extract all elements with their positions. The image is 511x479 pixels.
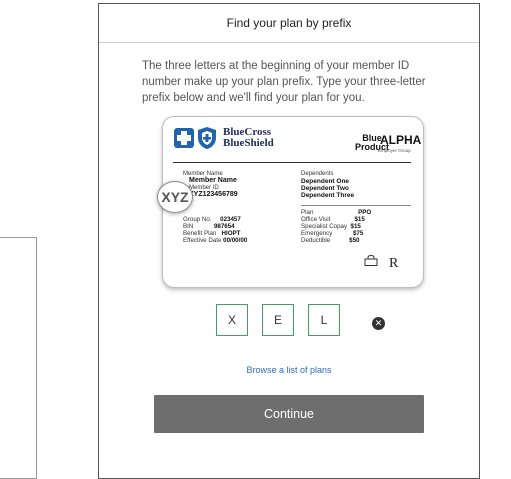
- lock-icon: [364, 255, 378, 266]
- prefix-highlight-badge: XYZ: [157, 181, 193, 213]
- prefix-letter-3-input[interactable]: L: [308, 304, 340, 336]
- blue-shield-logo-icon: [198, 127, 216, 149]
- blue-cross-logo-icon: [174, 128, 194, 148]
- modal-title: Find your plan by prefix: [226, 16, 352, 30]
- prefix-modal: Find your plan by prefix The three lette…: [98, 3, 480, 479]
- card-divider: [173, 162, 411, 163]
- member-id: XYZ123456789: [189, 191, 238, 198]
- prefix-letter-2-input[interactable]: E: [262, 304, 294, 336]
- continue-button[interactable]: Continue: [154, 395, 424, 433]
- alpha-plan-name: ALPHA: [380, 133, 422, 147]
- browse-plans-link[interactable]: Browse a list of plans: [99, 365, 479, 375]
- intro-text: The three letters at the beginning of yo…: [142, 60, 426, 104]
- member-id-card: BlueCross BlueShield Blue Product ALPHA …: [157, 116, 424, 288]
- modal-header: Find your plan by prefix: [99, 4, 479, 43]
- member-name: Member Name: [189, 177, 237, 184]
- rx-mark: R: [389, 256, 399, 271]
- dependents-label: Dependents: [301, 171, 334, 177]
- background-panel: [0, 237, 37, 479]
- card-right-fields: Plan PPO Office Visit $15 Specialist Cop…: [301, 209, 372, 244]
- card-separator: [301, 205, 411, 206]
- clear-circle-x-icon[interactable]: ✕: [372, 317, 385, 330]
- prefix-input-group: X E L: [216, 304, 340, 336]
- brand-name: BlueCross BlueShield: [223, 126, 274, 149]
- card-left-fields: Group No. 023457 BIN 987654 Benefit Plan…: [183, 216, 248, 244]
- dependents-list: Dependent One Dependent Two Dependent Th…: [301, 178, 355, 199]
- alpha-subtitle: Employer Group: [378, 148, 411, 153]
- prefix-letter-1-input[interactable]: X: [216, 304, 248, 336]
